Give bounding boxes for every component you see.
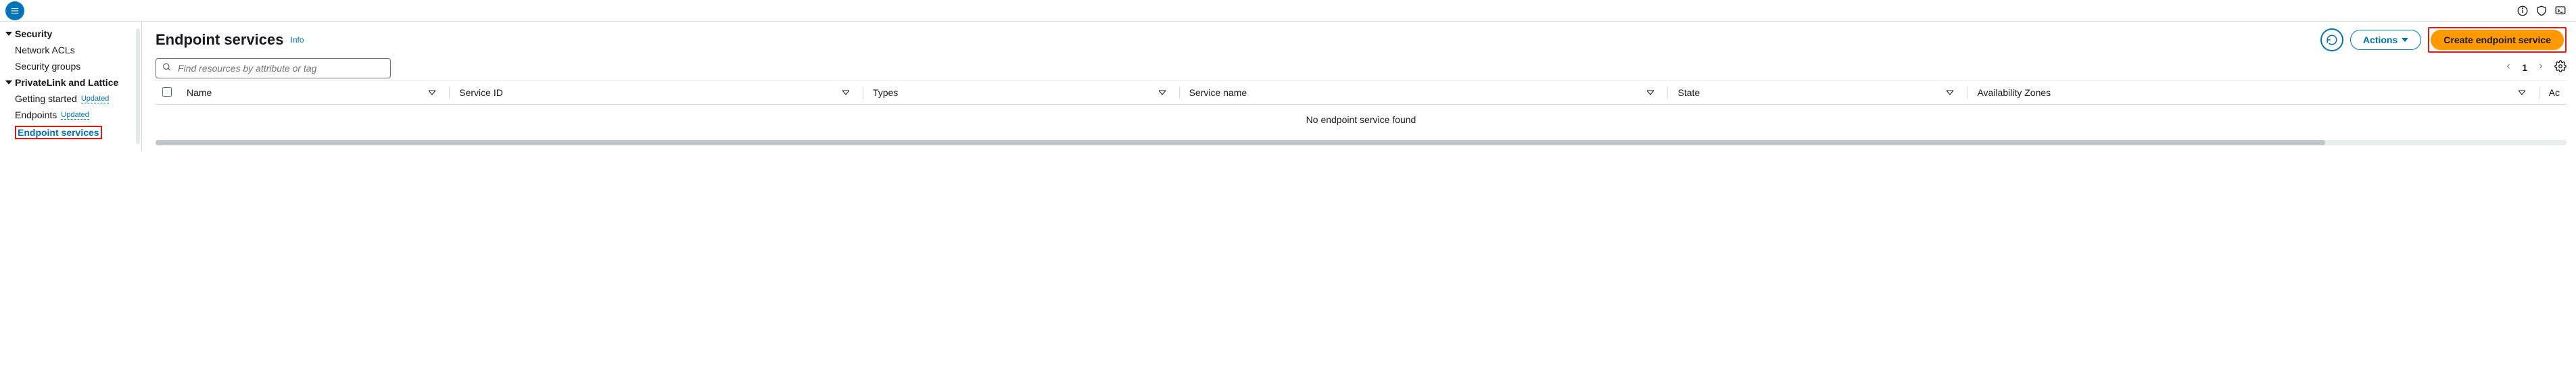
hamburger-icon (10, 6, 20, 16)
caret-down-icon (2402, 36, 2408, 43)
updated-badge: Updated (61, 111, 89, 120)
sidebar-item-security-groups[interactable]: Security groups (0, 58, 141, 74)
prev-page-button[interactable] (2502, 59, 2515, 75)
filter-icon[interactable] (1647, 87, 1654, 98)
sidebar-item-label: Getting started (15, 93, 77, 104)
sidebar-group-security[interactable]: Security (0, 26, 141, 42)
next-page-button[interactable] (2534, 59, 2548, 75)
page-number: 1 (2522, 62, 2527, 73)
column-label: Service ID (459, 87, 838, 98)
info-link[interactable]: Info (291, 35, 304, 45)
empty-state-row: No endpoint service found (156, 105, 2567, 135)
actions-label: Actions (2363, 34, 2398, 45)
hamburger-menu-button[interactable] (5, 1, 24, 20)
sidebar-item-endpoints[interactable]: Endpoints Updated (0, 107, 141, 123)
filter-icon[interactable] (2519, 87, 2525, 98)
empty-message: No endpoint service found (156, 105, 2567, 135)
search-icon (162, 63, 172, 74)
chevron-right-icon (2537, 62, 2545, 70)
create-label: Create endpoint service (2443, 34, 2551, 45)
page-title: Endpoint services (156, 31, 284, 49)
column-header-types[interactable]: Types (856, 81, 1172, 105)
sidebar-item-label: Endpoint services (18, 127, 99, 138)
refresh-button[interactable] (2320, 28, 2343, 51)
highlight-box: Endpoint services (15, 126, 102, 139)
caret-down-icon (5, 30, 12, 37)
topbar (0, 0, 2576, 22)
horizontal-scrollbar[interactable] (156, 140, 2567, 145)
sidebar-item-network-acls[interactable]: Network ACLs (0, 42, 141, 58)
column-label: Availability Zones (1977, 87, 2514, 98)
filter-icon[interactable] (842, 87, 849, 98)
column-header-availability-zones[interactable]: Availability Zones (1960, 81, 2531, 105)
help-button[interactable] (2517, 5, 2529, 17)
filter-icon[interactable] (1159, 87, 1166, 98)
sidebar-group-privatelink[interactable]: PrivateLink and Lattice (0, 74, 141, 91)
filter-icon[interactable] (429, 87, 435, 98)
cloudshell-button[interactable] (2554, 5, 2567, 17)
column-label: Ac (2549, 87, 2560, 98)
search-input[interactable] (156, 58, 391, 78)
sidebar-item-label: Network ACLs (15, 45, 75, 55)
create-endpoint-service-button[interactable]: Create endpoint service (2431, 30, 2564, 50)
endpoint-services-table: Name Service ID Types Service name State… (156, 80, 2567, 135)
sidebar-group-label: Security (15, 28, 52, 39)
select-all-checkbox[interactable] (162, 87, 172, 97)
sidebar-item-getting-started[interactable]: Getting started Updated (0, 91, 141, 107)
highlight-box: Create endpoint service (2428, 27, 2567, 53)
column-header-name[interactable]: Name (180, 81, 442, 105)
column-header-service-id[interactable]: Service ID (442, 81, 856, 105)
column-header-service-name[interactable]: Service name (1172, 81, 1661, 105)
filter-icon[interactable] (1947, 87, 1953, 98)
column-label: State (1677, 87, 1942, 98)
search-box (156, 58, 548, 78)
info-circle-icon (2517, 5, 2529, 17)
gear-icon (2554, 60, 2567, 72)
sidebar-item-endpoint-services[interactable]: Endpoint services (0, 123, 141, 142)
sidebar-item-label: Endpoints (15, 110, 57, 120)
terminal-icon (2554, 5, 2567, 17)
column-label: Types (873, 87, 1155, 98)
column-label: Service name (1189, 87, 1644, 98)
scrollbar-thumb[interactable] (156, 140, 2325, 145)
main-content: Endpoint services Info Actions Create en… (142, 22, 2576, 151)
actions-dropdown-button[interactable]: Actions (2350, 30, 2421, 50)
sidebar-group-label: PrivateLink and Lattice (15, 77, 118, 88)
sidebar-item-label: Security groups (15, 61, 80, 72)
shield-icon (2535, 5, 2548, 17)
column-label: Name (187, 87, 212, 98)
column-header-state[interactable]: State (1661, 81, 1960, 105)
table-settings-button[interactable] (2554, 60, 2567, 74)
column-header-overflow[interactable]: Ac (2532, 81, 2567, 105)
chevron-left-icon (2504, 62, 2512, 70)
sidebar: Security Network ACLs Security groups Pr… (0, 22, 142, 151)
refresh-icon (2326, 34, 2338, 46)
shield-button[interactable] (2535, 5, 2548, 17)
sidebar-scrollbar[interactable] (136, 28, 140, 144)
page-header: Endpoint services Info Actions Create en… (156, 27, 2567, 53)
caret-down-icon (5, 79, 12, 86)
updated-badge: Updated (81, 95, 110, 103)
